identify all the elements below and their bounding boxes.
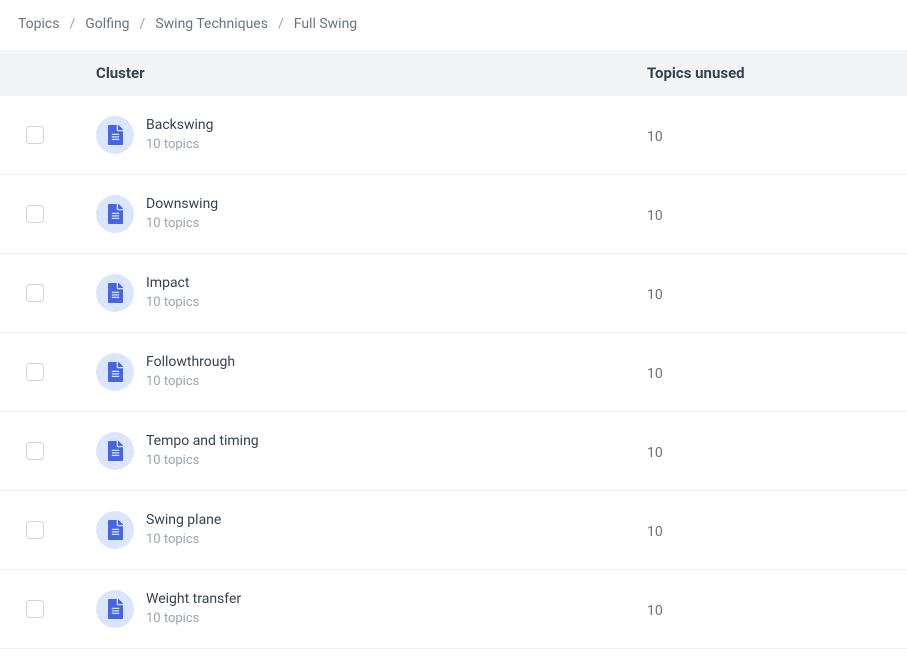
topics-unused-value: 10 xyxy=(647,445,663,461)
row-checkbox[interactable] xyxy=(26,126,44,144)
table-row[interactable]: Swing plane10 topics10 xyxy=(0,491,907,570)
row-checkbox[interactable] xyxy=(26,363,44,381)
row-checkbox[interactable] xyxy=(26,284,44,302)
document-icon xyxy=(96,432,134,470)
topics-unused-value: 10 xyxy=(647,287,663,303)
breadcrumb-item-golfing[interactable]: Golfing xyxy=(85,16,129,32)
breadcrumb-separator: / xyxy=(69,16,75,32)
document-icon xyxy=(96,195,134,233)
breadcrumb-separator: / xyxy=(278,16,284,32)
topics-unused-value: 10 xyxy=(647,366,663,382)
breadcrumb: Topics / Golfing / Swing Techniques / Fu… xyxy=(0,0,907,50)
cluster-subtext: 10 topics xyxy=(146,373,235,391)
cluster-name: Followthrough xyxy=(146,353,235,373)
cluster-cell: Backswing10 topics xyxy=(96,116,647,154)
cluster-subtext: 10 topics xyxy=(146,215,218,233)
document-icon xyxy=(96,511,134,549)
row-checkbox[interactable] xyxy=(26,521,44,539)
cluster-cell: Swing plane10 topics xyxy=(96,511,647,549)
breadcrumb-separator: / xyxy=(140,16,146,32)
cluster-name: Impact xyxy=(146,274,199,294)
cluster-subtext: 10 topics xyxy=(146,452,259,470)
document-icon xyxy=(96,353,134,391)
cluster-name: Weight transfer xyxy=(146,590,241,610)
column-header-unused: Topics unused xyxy=(647,64,907,82)
table-row[interactable]: Backswing10 topics10 xyxy=(0,96,907,175)
table-row[interactable]: Impact10 topics10 xyxy=(0,254,907,333)
row-checkbox[interactable] xyxy=(26,600,44,618)
table-header: Cluster Topics unused xyxy=(0,50,907,96)
document-icon xyxy=(96,590,134,628)
cluster-name: Swing plane xyxy=(146,511,221,531)
row-checkbox[interactable] xyxy=(26,205,44,223)
topics-unused-value: 10 xyxy=(647,524,663,540)
table-row[interactable]: Weight transfer10 topics10 xyxy=(0,570,907,649)
column-header-cluster: Cluster xyxy=(96,64,647,82)
breadcrumb-item-swing-techniques[interactable]: Swing Techniques xyxy=(155,16,268,32)
cluster-cell: Downswing10 topics xyxy=(96,195,647,233)
topics-unused-value: 10 xyxy=(647,129,663,145)
cluster-name: Downswing xyxy=(146,195,218,215)
breadcrumb-item-topics[interactable]: Topics xyxy=(18,16,59,32)
table-row[interactable]: Tempo and timing10 topics10 xyxy=(0,412,907,491)
cluster-subtext: 10 topics xyxy=(146,136,214,154)
cluster-cell: Weight transfer10 topics xyxy=(96,590,647,628)
cluster-cell: Tempo and timing10 topics xyxy=(96,432,647,470)
cluster-name: Backswing xyxy=(146,116,214,136)
cluster-cell: Impact10 topics xyxy=(96,274,647,312)
document-icon xyxy=(96,274,134,312)
table-row[interactable]: Followthrough10 topics10 xyxy=(0,333,907,412)
table-row[interactable]: Downswing10 topics10 xyxy=(0,175,907,254)
document-icon xyxy=(96,116,134,154)
row-checkbox[interactable] xyxy=(26,442,44,460)
cluster-subtext: 10 topics xyxy=(146,610,241,628)
cluster-subtext: 10 topics xyxy=(146,294,199,312)
cluster-subtext: 10 topics xyxy=(146,531,221,549)
cluster-cell: Followthrough10 topics xyxy=(96,353,647,391)
topics-unused-value: 10 xyxy=(647,208,663,224)
cluster-name: Tempo and timing xyxy=(146,432,259,452)
topics-unused-value: 10 xyxy=(647,603,663,619)
breadcrumb-item-full-swing[interactable]: Full Swing xyxy=(294,16,357,32)
